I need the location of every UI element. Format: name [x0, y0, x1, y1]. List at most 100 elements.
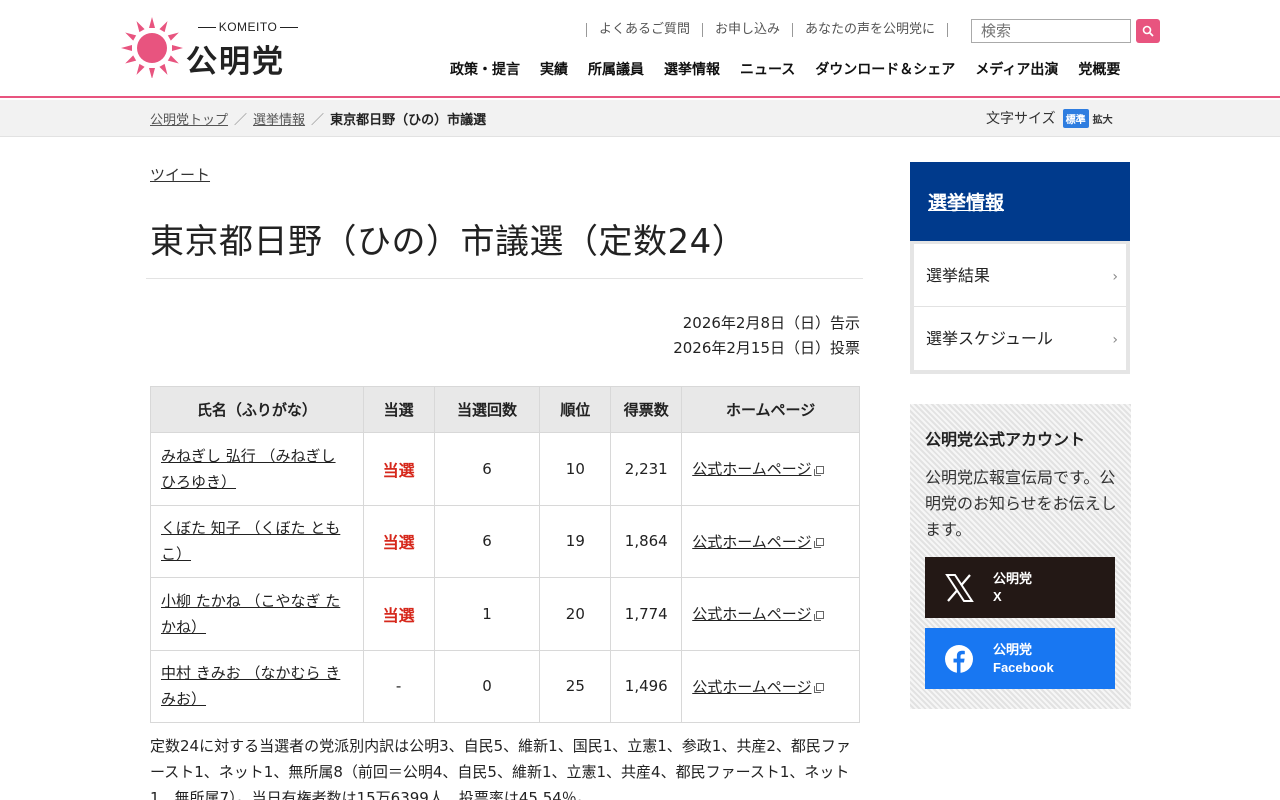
breadcrumb-bar: 公明党トップ ／ 選挙情報 ／ 東京都日野（ひの）市議選 文字サイズ 標準 拡大 [0, 100, 1280, 137]
facebook-logo-icon [945, 644, 973, 673]
nav-about[interactable]: 党概要 [1078, 59, 1120, 79]
votes-cell: 1,496 [610, 649, 683, 723]
result-cell: - [362, 649, 435, 723]
table-row: くぼた 知子 （くぼた ともこ） 当選 6 19 1,864 公式ホームページ [150, 504, 860, 578]
candidate-name-link[interactable]: くぼた 知子 （くぼた ともこ） [161, 519, 340, 563]
col-header-name: 氏名（ふりがな） [150, 386, 364, 433]
homepage-cell: 公式ホームページ [681, 504, 860, 578]
sidebar-heading: 選挙情報 [910, 162, 1130, 241]
sidebar-item-results[interactable]: 選挙結果 › [914, 244, 1126, 307]
tweet-link[interactable]: ツイート [150, 164, 210, 185]
facebook-account-name: 公明党 [993, 641, 1033, 657]
terms-cell: 1 [433, 577, 541, 651]
homepage-link[interactable]: 公式ホームページ [692, 605, 811, 623]
terms-cell: 6 [433, 504, 541, 578]
sidebar-item-label: 選挙スケジュール [926, 329, 1053, 348]
result-cell: 当選 [362, 432, 435, 506]
x-account-button[interactable]: 公明党 X [925, 557, 1115, 618]
col-header-homepage: ホームページ [681, 386, 860, 433]
nav-elections[interactable]: 選挙情報 [664, 59, 720, 79]
nav-media[interactable]: メディア出演 [975, 59, 1058, 79]
candidate-name-link[interactable]: みねぎし 弘行 （みねぎし ひろゆき） [161, 447, 336, 491]
search-button[interactable] [1136, 19, 1160, 43]
facebook-account-button[interactable]: 公明党 Facebook [925, 628, 1115, 689]
rank-cell: 19 [539, 504, 612, 578]
search-input[interactable] [971, 19, 1131, 43]
title-divider [146, 278, 863, 279]
page-title: 東京都日野（ひの）市議選（定数24） [150, 222, 747, 262]
logo-japanese-text: 公明党 [186, 44, 285, 80]
result-cell: 当選 [362, 577, 435, 651]
external-link-icon [813, 683, 824, 694]
nav-download-share[interactable]: ダウンロード＆シェア [815, 59, 955, 79]
font-size-switcher: 文字サイズ 標準 拡大 [986, 108, 1113, 128]
breadcrumb-home[interactable]: 公明党トップ [150, 109, 228, 128]
sidebar-item-schedule[interactable]: 選挙スケジュール › [914, 307, 1126, 370]
komeito-logo[interactable]: KOMEITO 公明党 [120, 14, 320, 82]
table-row: みねぎし 弘行 （みねぎし ひろゆき） 当選 6 10 2,231 公式ホームペ… [150, 432, 860, 506]
homepage-cell: 公式ホームページ [681, 577, 860, 651]
table-row: 中村 きみお （なかむら きみお） - 0 25 1,496 公式ホームページ [150, 649, 860, 723]
nav-policy[interactable]: 政策・提言 [450, 59, 520, 79]
chevron-right-icon: › [1112, 332, 1118, 348]
homepage-link[interactable]: 公式ホームページ [692, 460, 811, 478]
col-header-terms: 当選回数 [433, 386, 541, 433]
breadcrumb-separator: ／ [311, 113, 325, 128]
util-link-voice[interactable]: あなたの声を公明党に [792, 23, 949, 37]
votes-cell: 2,231 [610, 432, 683, 506]
rank-cell: 25 [539, 649, 612, 723]
candidate-name-cell: 小柳 たかね （こやなぎ たかね） [150, 577, 364, 651]
homepage-link[interactable]: 公式ホームページ [692, 533, 811, 551]
x-account-name: 公明党 [993, 570, 1033, 586]
nav-members[interactable]: 所属議員 [588, 59, 644, 79]
x-logo-icon [945, 573, 974, 602]
notice-date: 2026年2月8日（日）告示 [682, 314, 860, 332]
sun-logo-icon [121, 17, 183, 78]
breadcrumb-elections[interactable]: 選挙情報 [253, 109, 305, 128]
accounts-description: 公明党広報宣伝局です。公明党のお知らせをお伝えします。 [925, 468, 1117, 539]
nav-news[interactable]: ニュース [740, 59, 795, 79]
results-summary: 定数24に対する当選者の党派別内訳は公明3、自民5、維新1、国民1、立憲1、参政… [150, 737, 851, 800]
election-dates: 2026年2月8日（日）告示 2026年2月15日（日）投票 [560, 311, 860, 361]
official-accounts-box: 公明党公式アカウント 公明党広報宣伝局です。公明党のお知らせをお伝えします。 公… [910, 404, 1131, 709]
breadcrumb: 公明党トップ ／ 選挙情報 ／ 東京都日野（ひの）市議選 [150, 109, 486, 128]
candidate-name-link[interactable]: 中村 きみお （なかむら きみお） [161, 664, 340, 708]
sidebar-menu: 選挙結果 › 選挙スケジュール › [910, 241, 1130, 374]
util-link-apply[interactable]: お申し込み [702, 23, 792, 37]
breadcrumb-current: 東京都日野（ひの）市議選 [330, 113, 487, 128]
utility-links: よくあるご質問 お申し込み あなたの声を公明党に [586, 23, 949, 37]
table-header-row: 氏名（ふりがな） 当選 当選回数 順位 得票数 ホームページ [150, 386, 860, 433]
table-row: 小柳 たかね （こやなぎ たかね） 当選 1 20 1,774 公式ホームページ [150, 577, 860, 651]
col-header-result: 当選 [362, 386, 435, 433]
homepage-cell: 公式ホームページ [681, 649, 860, 723]
x-account-service: X [993, 588, 1002, 604]
font-size-large-button[interactable]: 拡大 [1093, 111, 1113, 126]
votes-cell: 1,774 [610, 577, 683, 651]
rank-cell: 10 [539, 432, 612, 506]
external-link-icon [813, 465, 824, 476]
candidate-name-link[interactable]: 小柳 たかね （こやなぎ たかね） [161, 592, 340, 636]
col-header-rank: 順位 [539, 386, 612, 433]
vote-date: 2026年2月15日（日）投票 [673, 339, 860, 357]
candidate-name-cell: 中村 きみお （なかむら きみお） [150, 649, 364, 723]
candidate-name-cell: くぼた 知子 （くぼた ともこ） [150, 504, 364, 578]
homepage-link[interactable]: 公式ホームページ [692, 678, 811, 696]
external-link-icon [813, 610, 824, 621]
font-size-standard-button[interactable]: 標準 [1062, 108, 1089, 128]
col-header-votes: 得票数 [610, 386, 683, 433]
sidebar-heading-link[interactable]: 選挙情報 [928, 188, 1004, 215]
terms-cell: 6 [433, 432, 541, 506]
results-table: 氏名（ふりがな） 当選 当選回数 順位 得票数 ホームページ みねぎし 弘行 （… [150, 386, 860, 723]
facebook-account-service: Facebook [993, 659, 1054, 675]
util-link-faq[interactable]: よくあるご質問 [586, 23, 702, 37]
nav-achievements[interactable]: 実績 [540, 59, 568, 79]
global-nav: 政策・提言 実績 所属議員 選挙情報 ニュース ダウンロード＆シェア メディア出… [440, 59, 1130, 79]
logo-english-text: KOMEITO [188, 20, 308, 34]
terms-cell: 0 [433, 649, 541, 723]
external-link-icon [813, 538, 824, 549]
breadcrumb-separator: ／ [234, 113, 248, 128]
font-size-label: 文字サイズ [986, 111, 1056, 127]
votes-cell: 1,864 [610, 504, 683, 578]
accounts-title: 公明党公式アカウント [925, 430, 1086, 449]
result-cell: 当選 [362, 504, 435, 578]
